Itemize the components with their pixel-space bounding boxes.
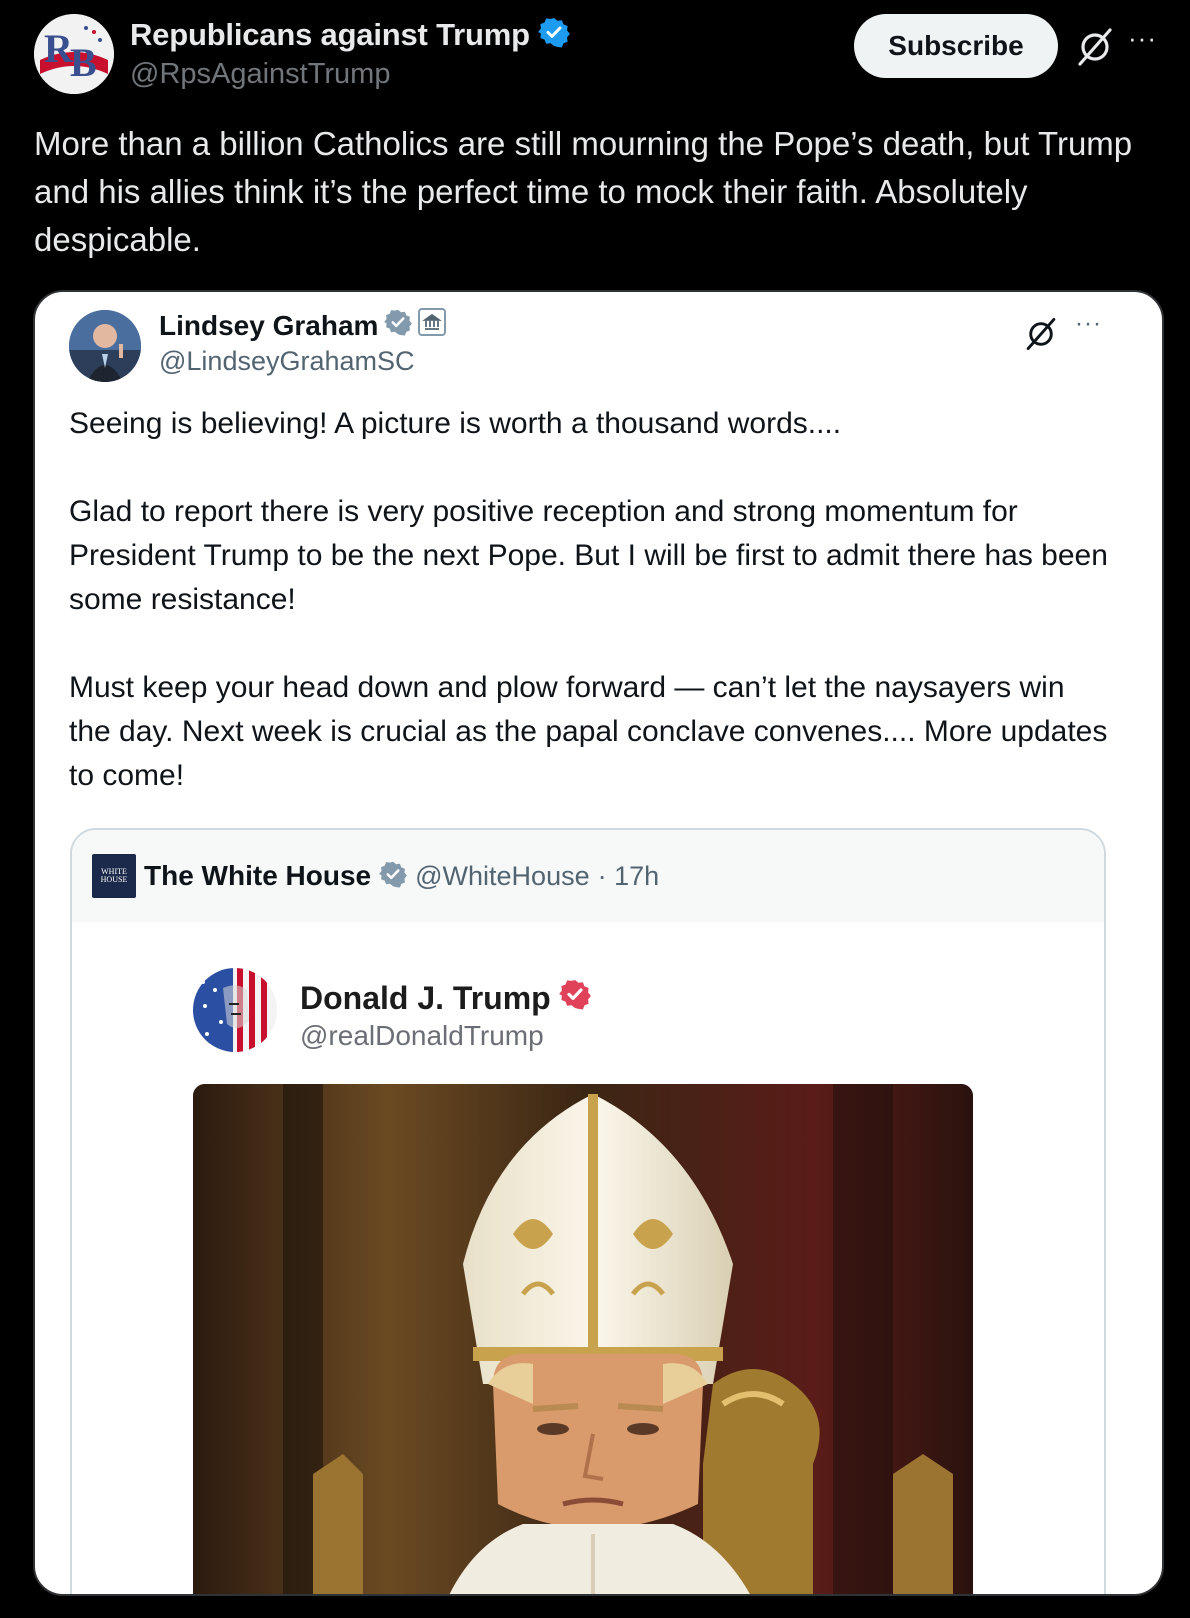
author-handle[interactable]: @RpsAgainstTrump: [130, 58, 390, 91]
subscribe-button[interactable]: Subscribe: [854, 14, 1058, 78]
quoted-paragraph: Seeing is believing! A picture is worth …: [69, 407, 842, 440]
verified-badge-icon: [384, 308, 413, 343]
white-house-logo-icon[interactable]: WHITE HOUSE: [92, 854, 136, 898]
more-options-button[interactable]: ···: [1075, 310, 1102, 338]
grok-icon[interactable]: [1074, 26, 1116, 68]
logo-text: HOUSE: [100, 875, 128, 884]
svg-text:B: B: [70, 40, 97, 85]
verified-badge-icon: [537, 16, 570, 53]
embedded-author-name: Donald J. Trump: [300, 979, 551, 1016]
author-name-row[interactable]: Republicans against Trump: [130, 16, 570, 53]
quoted-paragraph: Glad to report there is very positive re…: [69, 495, 1108, 616]
embedded-author-handle: @realDonaldTrump: [300, 1020, 544, 1051]
author-avatar[interactable]: R B: [34, 14, 114, 94]
nested-author-name[interactable]: The White House: [144, 860, 371, 892]
nested-post-media[interactable]: Donald J. Trump @realDonaldTrump: [72, 922, 1104, 1594]
outer-post-header: R B Republicans against Trump @RpsAgains…: [34, 14, 1164, 96]
nested-author-handle[interactable]: @WhiteHouse: [415, 861, 589, 892]
more-options-button[interactable]: ···: [1128, 25, 1164, 64]
embedded-author-avatar: [193, 968, 277, 1052]
quoted-post-text: Seeing is believing! A picture is worth …: [69, 402, 1109, 842]
quoted-author-handle[interactable]: @LindseyGrahamSC: [159, 346, 415, 377]
embedded-author-name-row: Donald J. Trump: [300, 978, 591, 1018]
verified-badge-icon: [558, 978, 591, 1018]
nested-quoted-post-card[interactable]: WHITE HOUSE The White House @WhiteHouse …: [70, 828, 1106, 1594]
quoted-author-avatar[interactable]: [69, 310, 141, 382]
quoted-post-card[interactable]: Lindsey Graham @LindseyGrahamSC ··· Seei…: [33, 290, 1164, 1596]
verified-badge-icon: [379, 860, 408, 893]
quoted-author-name[interactable]: Lindsey Graham: [159, 310, 378, 342]
quoted-paragraph: Must keep your head down and plow forwar…: [69, 671, 1108, 792]
grok-icon[interactable]: [1023, 316, 1059, 352]
quoted-author-name-row[interactable]: Lindsey Graham: [159, 308, 447, 343]
author-name[interactable]: Republicans against Trump: [130, 17, 530, 53]
post-text: More than a billion Catholics are still …: [34, 125, 1133, 258]
post-timestamp[interactable]: · 17h: [598, 861, 660, 892]
pope-image[interactable]: [193, 1084, 973, 1594]
nested-post-header: WHITE HOUSE The White House @WhiteHouse …: [72, 830, 1104, 922]
government-affiliation-icon[interactable]: [418, 308, 447, 343]
